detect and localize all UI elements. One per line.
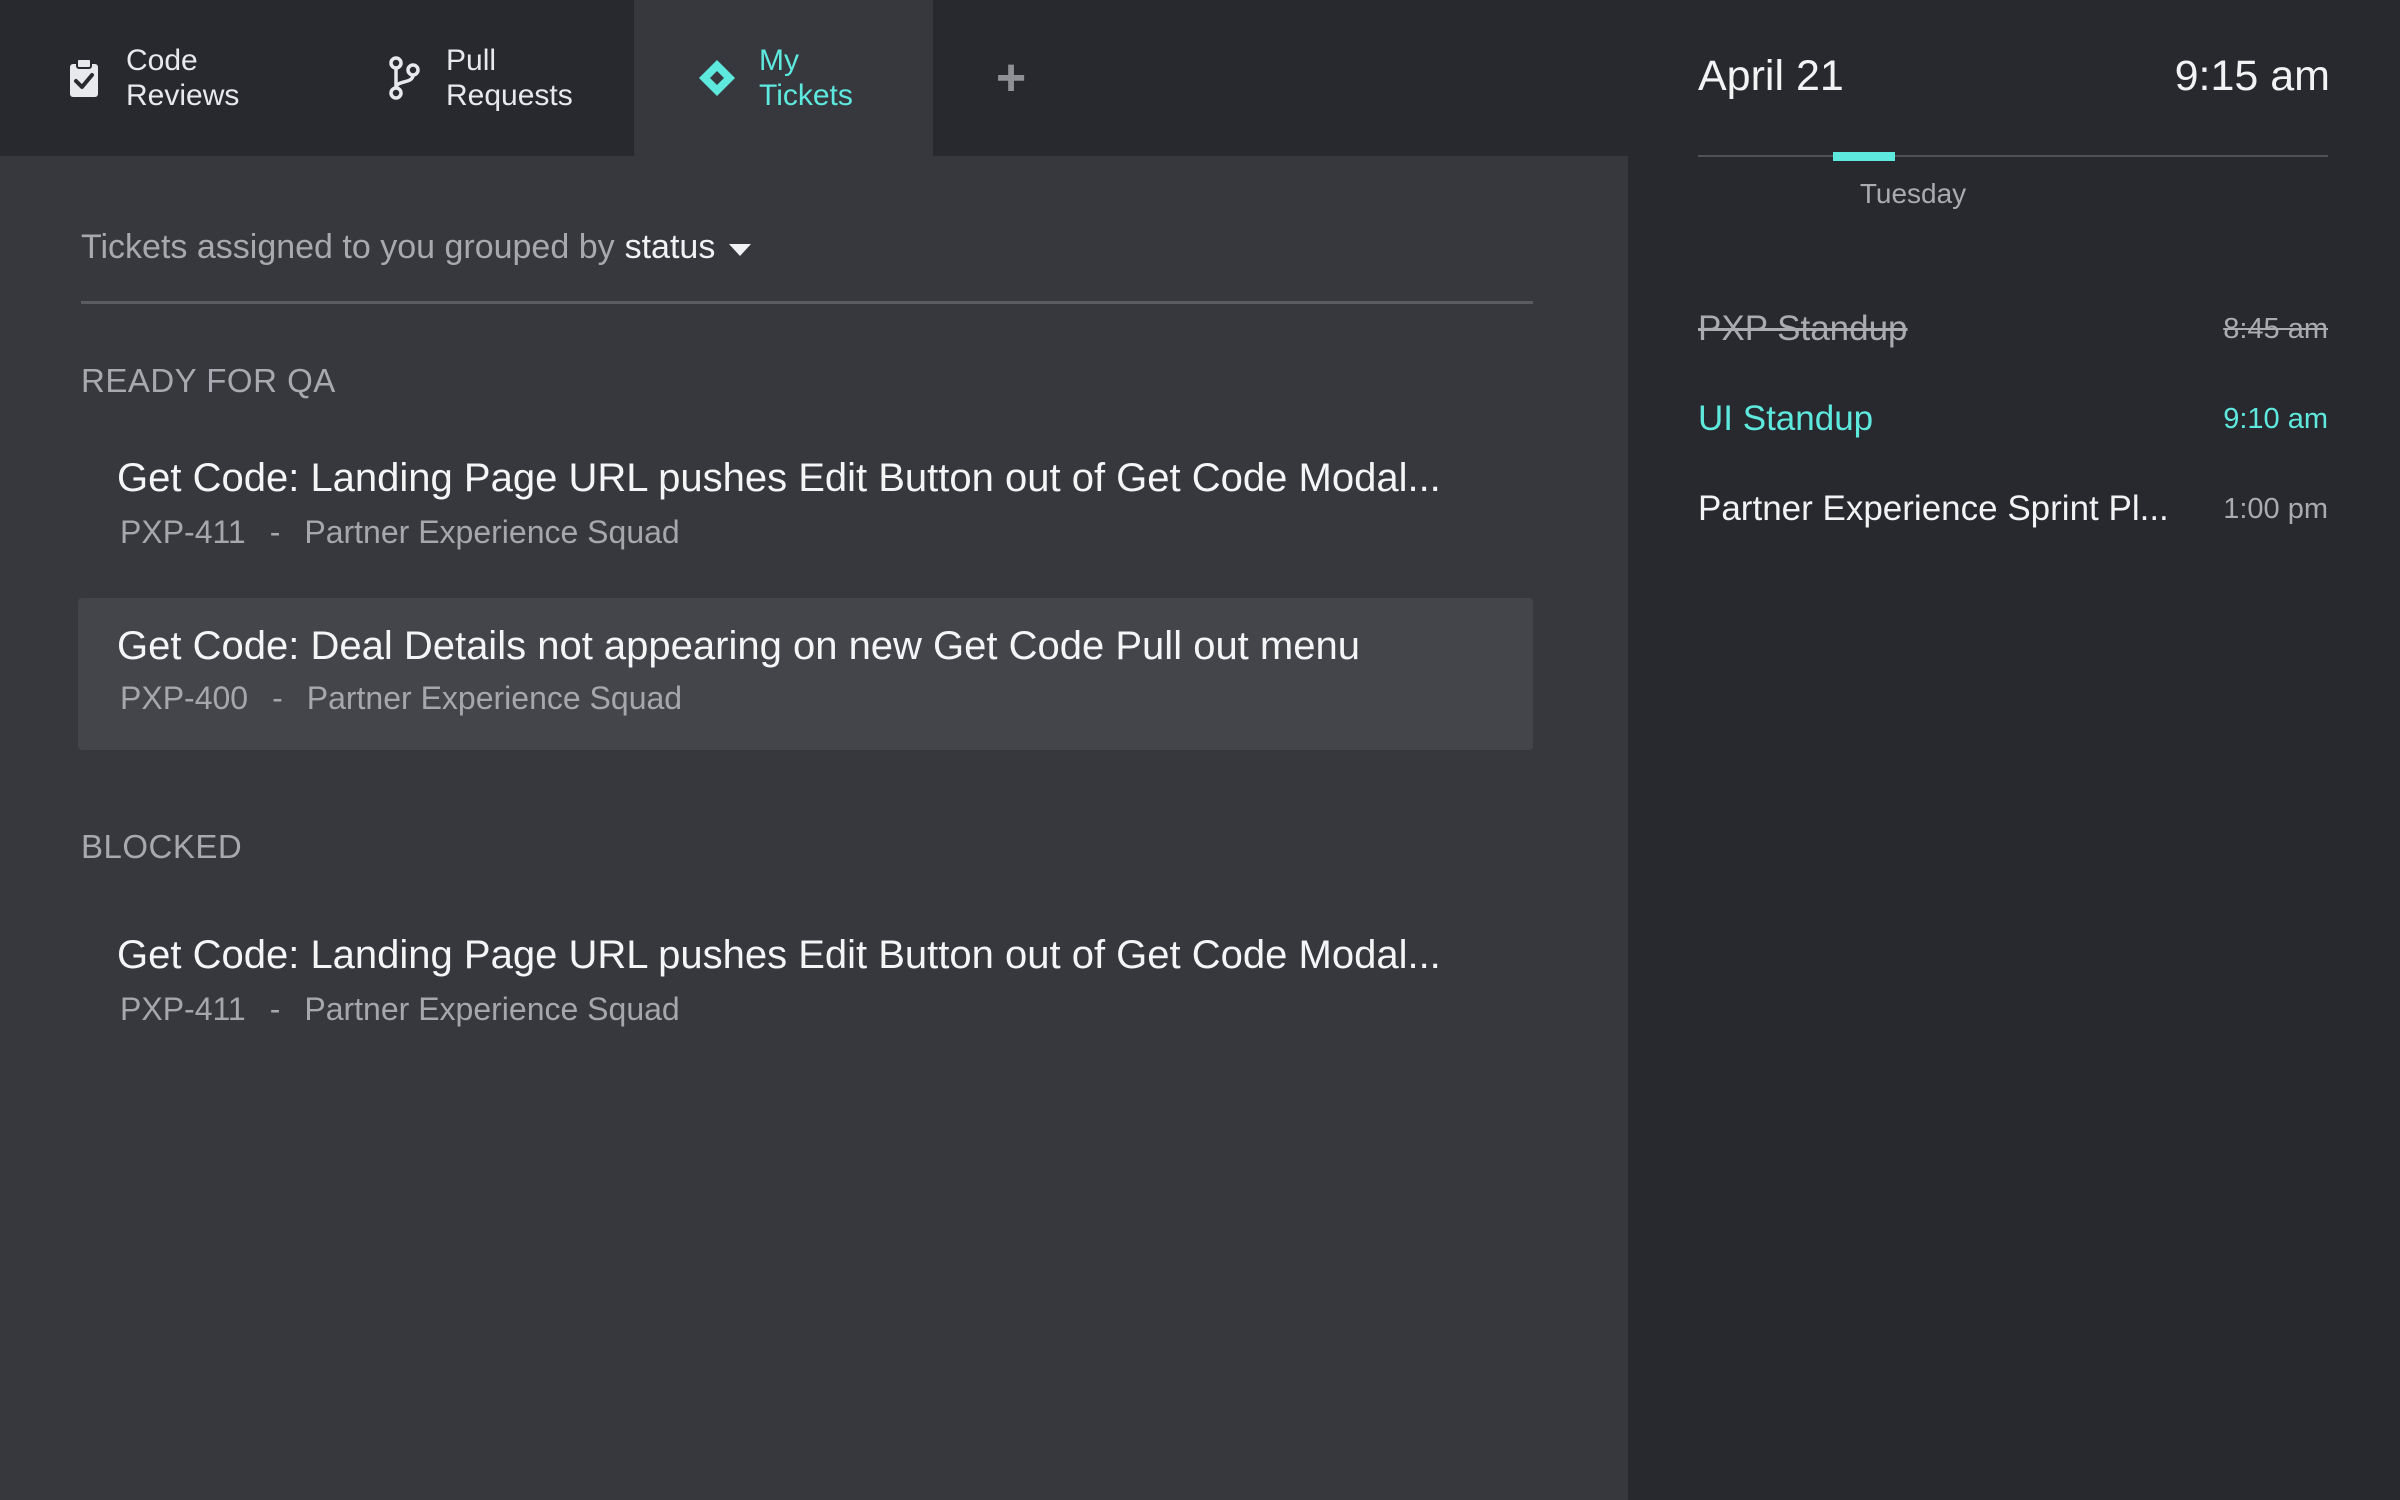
git-branch-icon — [384, 56, 424, 100]
ticket-row[interactable]: Get Code: Landing Page URL pushes Edit B… — [78, 428, 1533, 580]
ticket-title: Get Code: Landing Page URL pushes Edit B… — [117, 933, 1441, 977]
group-by-value: status — [624, 228, 716, 266]
ticket-key: PXP-400 — [120, 680, 249, 716]
calendar-event[interactable]: Partner Experience Sprint Pl... 1:00 pm — [1698, 484, 2328, 534]
tab-code-reviews[interactable]: Code Reviews — [64, 0, 304, 156]
ticket-separator: - — [272, 680, 283, 716]
group-by-filter: Tickets assigned to you grouped by statu… — [81, 228, 1533, 304]
day-timeline — [1698, 155, 2328, 157]
ticket-meta: PXP-411- Partner Experience Squad — [120, 514, 680, 551]
tab-label-my-tickets: My Tickets — [759, 44, 853, 112]
plus-icon: + — [995, 49, 1027, 107]
tab-pull-requests[interactable]: Pull Requests — [384, 0, 624, 156]
group-heading-ready-for-qa: READY FOR QA — [81, 362, 336, 399]
ticket-row[interactable]: Get Code: Landing Page URL pushes Edit B… — [78, 905, 1533, 1057]
tab-bar: Code Reviews Pull Requests My Tickets + — [0, 0, 1628, 156]
ticket-meta: PXP-400- Partner Experience Squad — [120, 680, 682, 717]
event-time: 9:10 am — [2223, 402, 2328, 435]
ticket-key: PXP-411 — [120, 991, 246, 1027]
group-heading-blocked: BLOCKED — [81, 828, 243, 865]
app-window: Code Reviews Pull Requests My Tickets + … — [0, 0, 2400, 1500]
calendar-event[interactable]: UI Standup 9:10 am — [1698, 394, 2328, 444]
ticket-key: PXP-411 — [120, 514, 246, 550]
calendar-panel: April 21 9:15 am Tuesday PXP Standup 8:4… — [1628, 0, 2400, 1500]
ticket-squad: Partner Experience Squad — [304, 991, 680, 1027]
ticket-separator: - — [269, 514, 281, 550]
current-time: 9:15 am — [2174, 52, 2330, 100]
tab-my-tickets[interactable]: My Tickets — [634, 0, 933, 156]
filter-prefix: Tickets assigned to you grouped by — [81, 228, 615, 266]
event-time: 1:00 pm — [2223, 492, 2328, 525]
calendar-event[interactable]: PXP Standup 8:45 am — [1698, 304, 2328, 354]
group-by-dropdown[interactable]: status — [625, 228, 752, 267]
diamond-icon — [697, 58, 737, 98]
add-tab-button[interactable]: + — [980, 0, 1042, 156]
chevron-down-icon — [729, 243, 752, 256]
main-panel: Code Reviews Pull Requests My Tickets + … — [0, 0, 1628, 1500]
ticket-meta: PXP-411- Partner Experience Squad — [120, 991, 680, 1028]
tab-label-pull-requests: Pull Requests — [446, 44, 573, 112]
current-day-marker — [1833, 152, 1895, 161]
ticket-squad: Partner Experience Squad — [306, 680, 683, 716]
ticket-title: Get Code: Landing Page URL pushes Edit B… — [117, 456, 1441, 500]
ticket-title: Get Code: Deal Details not appearing on … — [117, 624, 1360, 668]
ticket-separator: - — [269, 991, 281, 1027]
ticket-row[interactable]: Get Code: Deal Details not appearing on … — [78, 598, 1533, 750]
day-label: Tuesday — [1859, 178, 1967, 209]
event-time: 8:45 am — [2223, 312, 2328, 345]
tab-label-code-reviews: Code Reviews — [126, 44, 240, 112]
calendar-date: April 21 — [1698, 52, 1844, 100]
event-name: Partner Experience Sprint Pl... — [1698, 489, 2169, 528]
clipboard-check-icon — [64, 58, 104, 98]
event-name: PXP Standup — [1698, 309, 1908, 348]
ticket-squad: Partner Experience Squad — [304, 514, 680, 550]
event-name: UI Standup — [1698, 399, 1874, 438]
